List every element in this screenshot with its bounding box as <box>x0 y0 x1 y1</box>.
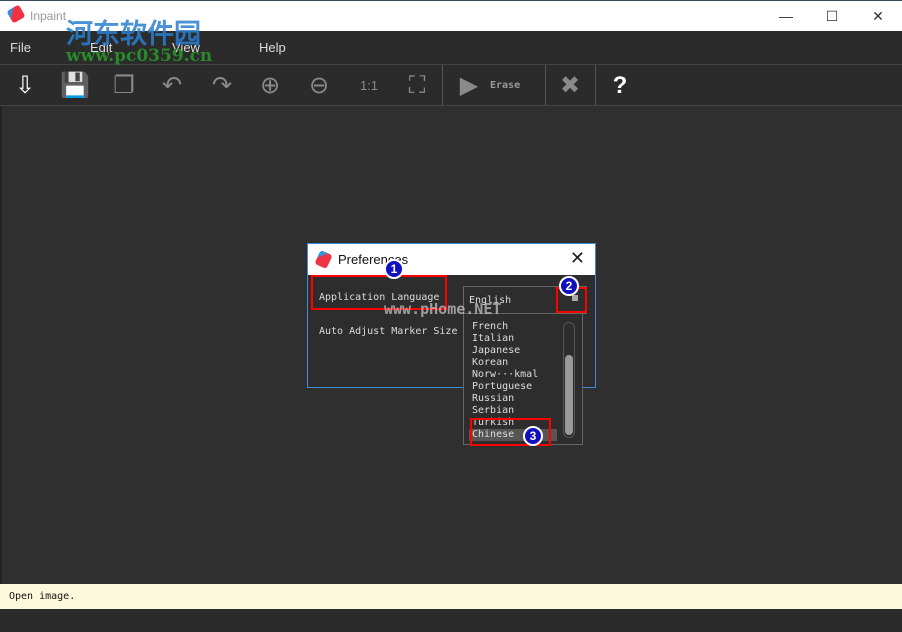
help-icon[interactable]: ? <box>603 69 637 103</box>
annotation-badge-3: 3 <box>523 426 543 446</box>
list-item[interactable]: Russian <box>472 393 562 405</box>
menu-help[interactable]: Help <box>259 40 286 55</box>
list-item[interactable]: Norw···kmal <box>472 369 562 381</box>
watermark-url: www.pc0359.cn <box>66 46 213 66</box>
dialog-icon <box>314 249 333 270</box>
annotation-badge-2: 2 <box>559 276 579 296</box>
window-title: Inpaint <box>30 9 67 23</box>
list-item[interactable]: Italian <box>472 333 562 345</box>
status-text: Open image. <box>9 591 76 602</box>
open-image-icon[interactable]: ⇩ <box>8 69 42 103</box>
annotation-badge-1: 1 <box>384 259 404 279</box>
close-button[interactable]: ✕ <box>855 1 901 32</box>
minimize-button[interactable]: — <box>763 1 809 32</box>
cancel-icon[interactable]: ✖ <box>553 69 587 103</box>
preview-icon[interactable]: ❐ <box>107 69 141 103</box>
zoom-in-icon[interactable]: ⊕ <box>253 69 287 103</box>
zoom-out-icon[interactable]: ⊖ <box>302 69 336 103</box>
marker-size-label: Auto Adjust Marker Size <box>319 326 458 337</box>
zoom-fit-icon[interactable]: ⛶ <box>400 69 434 103</box>
erase-button[interactable]: Erase <box>490 80 520 91</box>
redo-icon[interactable]: ↷ <box>205 69 239 103</box>
list-scrollbar[interactable] <box>563 322 575 438</box>
toolbar: ⇩ 💾 ❐ ↶ ↷ ⊕ ⊖ 1:1 ⛶ ▶ Erase ✖ ? <box>0 64 902 107</box>
list-item[interactable]: Japanese <box>472 345 562 357</box>
save-icon[interactable]: 💾 <box>58 69 92 103</box>
status-bar: Open image. <box>0 584 902 609</box>
menu-file[interactable]: File <box>10 40 31 55</box>
play-icon[interactable]: ▶ <box>452 69 486 103</box>
list-item[interactable]: Serbian <box>472 405 562 417</box>
list-item[interactable]: Portuguese <box>472 381 562 393</box>
watermark-phome: www.pHome.NET <box>384 300 502 318</box>
list-item[interactable]: French <box>472 321 562 333</box>
maximize-button[interactable]: ☐ <box>809 1 855 32</box>
dialog-close-button[interactable]: ✕ <box>570 248 585 269</box>
undo-icon[interactable]: ↶ <box>155 69 189 103</box>
app-icon <box>6 4 26 24</box>
bottom-strip <box>0 609 902 632</box>
list-item[interactable]: Korean <box>472 357 562 369</box>
zoom-1-1-icon[interactable]: 1:1 <box>352 69 386 103</box>
scrollbar-thumb[interactable] <box>565 355 573 435</box>
